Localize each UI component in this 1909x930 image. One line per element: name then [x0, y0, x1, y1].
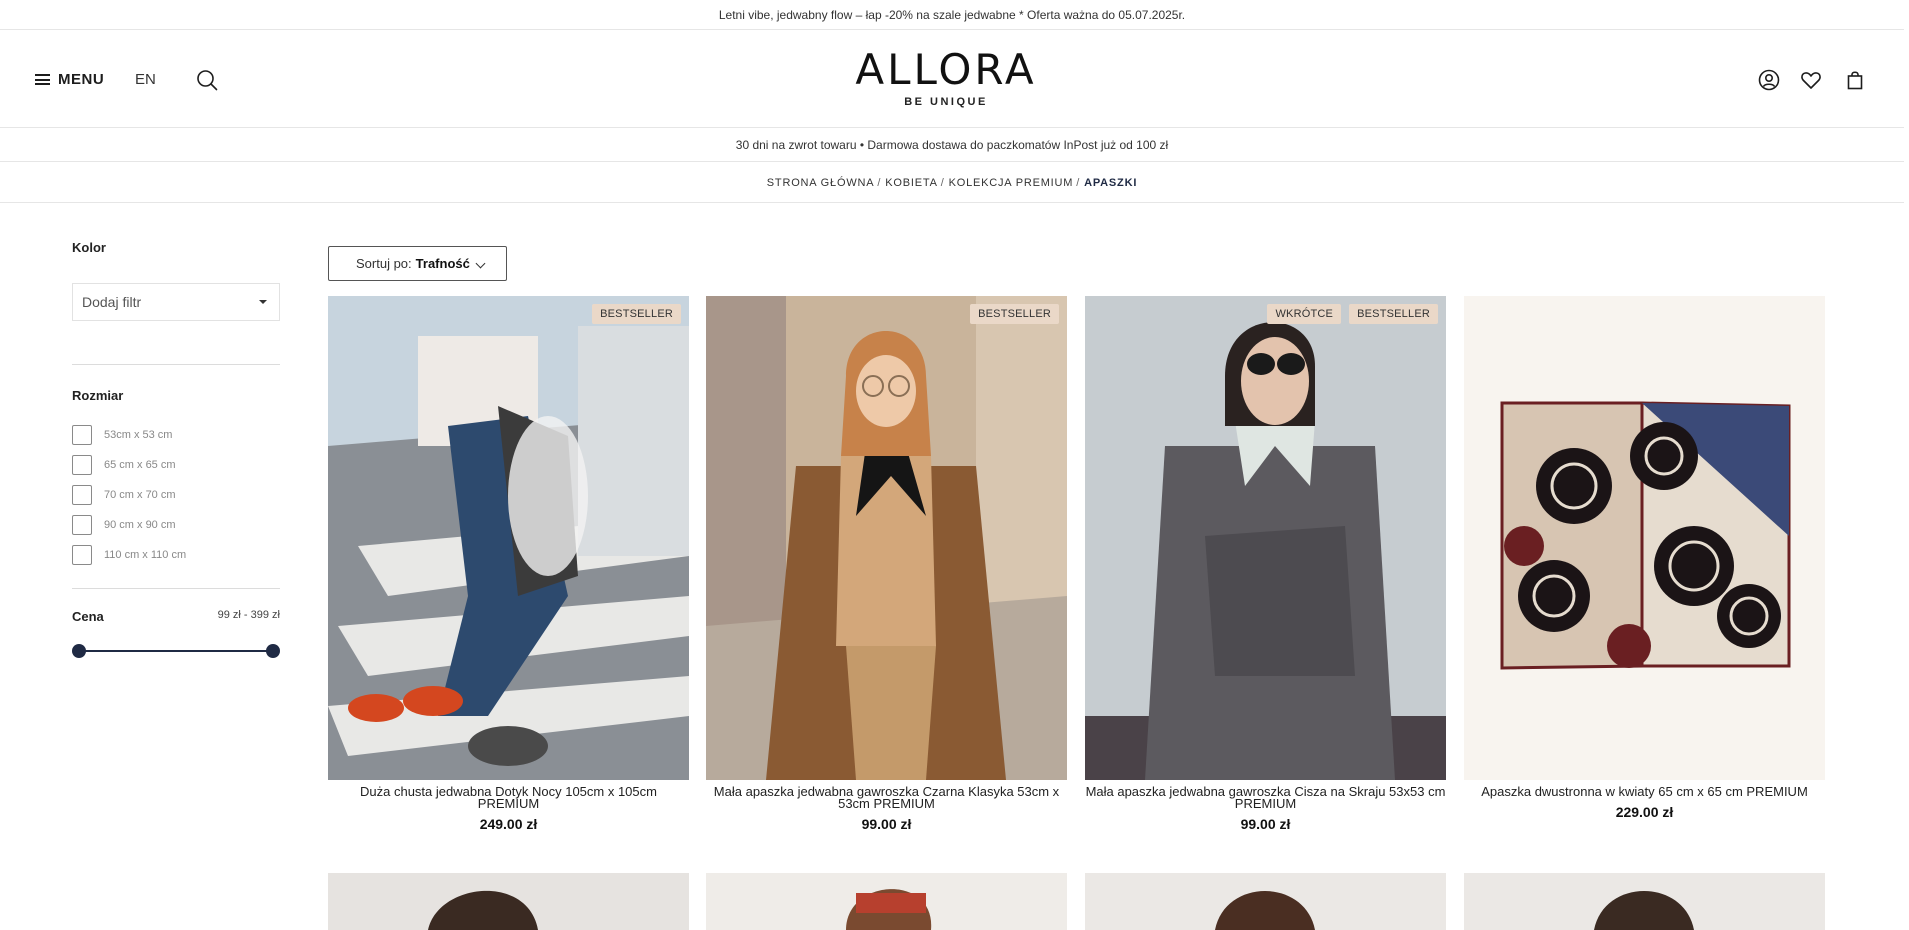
size-option-label: 90 cm x 90 cm — [104, 519, 176, 531]
breadcrumb-premium[interactable]: KOLEKCJA PREMIUM — [949, 177, 1074, 189]
product-image[interactable] — [328, 873, 689, 930]
product-price: 99.00 zł — [861, 816, 912, 832]
breadcrumb: STRONA GŁÓWNA / KOBIETA / KOLEKCJA PREMI… — [0, 163, 1904, 203]
slider-track — [78, 650, 274, 652]
size-option[interactable]: 70 cm x 70 cm — [72, 480, 282, 510]
price-slider[interactable] — [72, 644, 280, 658]
slider-min-handle[interactable] — [72, 644, 86, 658]
size-option-label: 70 cm x 70 cm — [104, 489, 176, 501]
bestseller-badge: BESTSELLER — [1349, 304, 1438, 324]
chevron-down-icon — [475, 258, 486, 269]
size-option-label: 65 cm x 65 cm — [104, 459, 176, 471]
size-option[interactable]: 90 cm x 90 cm — [72, 510, 282, 540]
search-icon[interactable] — [196, 69, 218, 91]
size-option-label: 110 cm x 110 cm — [104, 549, 187, 561]
product-card[interactable]: BESTSELLER Mała apaszka jedwabna gawrosz… — [706, 296, 1067, 832]
product-image[interactable] — [1085, 873, 1446, 930]
promo-bar: Letni vibe, jedwabny flow – łap -20% na … — [0, 0, 1904, 30]
product-price: 229.00 zł — [1615, 804, 1674, 820]
divider — [72, 364, 280, 365]
size-option-label: 53cm x 53 cm — [104, 429, 173, 441]
product-image[interactable] — [1464, 873, 1825, 930]
language-switch[interactable]: EN — [135, 71, 156, 88]
product-badges: BESTSELLER — [592, 304, 681, 324]
size-options: 53cm x 53 cm 65 cm x 65 cm 70 cm x 70 cm… — [72, 420, 282, 570]
site-logo[interactable]: ALLORA BE UNIQUE — [846, 45, 1046, 109]
bestseller-badge: BESTSELLER — [592, 304, 681, 324]
product-image[interactable]: BESTSELLER — [706, 296, 1067, 780]
filter-sidebar: Kolor Dodaj filtr Rozmiar 53cm x 53 cm 6… — [72, 230, 282, 658]
product-card[interactable]: Apaszka dwustronna w kwiaty 65 cm x 65 c… — [1464, 296, 1825, 820]
site-header: MENU EN ALLORA BE UNIQUE — [0, 30, 1904, 128]
breadcrumb-woman[interactable]: KOBIETA — [885, 177, 937, 189]
checkbox[interactable] — [72, 515, 92, 535]
product-card[interactable]: WKRÓTCE BESTSELLER Mała apaszka jedwabna… — [1085, 296, 1446, 832]
bestseller-badge: BESTSELLER — [970, 304, 1059, 324]
account-icon[interactable] — [1757, 68, 1781, 92]
hamburger-icon — [35, 74, 50, 85]
logo-wordmark: ALLORA — [855, 45, 1037, 94]
menu-label: MENU — [58, 71, 105, 88]
size-option[interactable]: 65 cm x 65 cm — [72, 450, 282, 480]
price-filter-title: Cena — [72, 609, 104, 624]
product-badges: WKRÓTCE BESTSELLER — [1267, 304, 1438, 324]
logo-tagline: BE UNIQUE — [904, 96, 988, 108]
product-image[interactable]: WKRÓTCE BESTSELLER — [1085, 296, 1446, 780]
color-filter-dropdown[interactable]: Dodaj filtr — [72, 283, 280, 321]
bag-icon[interactable] — [1843, 68, 1867, 92]
caret-down-icon — [259, 300, 267, 304]
sort-dropdown[interactable]: Sortuj po: Trafność — [328, 246, 507, 281]
checkbox[interactable] — [72, 485, 92, 505]
price-range-text: 99 zł - 399 zł — [217, 609, 280, 621]
heart-icon[interactable] — [1799, 68, 1823, 92]
promo-text: Letni vibe, jedwabny flow – łap -20% na … — [718, 7, 1186, 22]
product-price: 249.00 zł — [479, 816, 538, 832]
product-name[interactable]: Mała apaszka jedwabna gawroszka Czarna K… — [706, 785, 1067, 810]
size-option[interactable]: 110 cm x 110 cm — [72, 540, 282, 570]
sort-label: Sortuj po: — [356, 256, 412, 271]
checkbox[interactable] — [72, 425, 92, 445]
price-filter-header: Cena 99 zł - 399 zł — [72, 609, 280, 624]
divider — [72, 588, 280, 589]
info-text: 30 dni na zwrot towaru • Darmowa dostawa… — [735, 138, 1169, 152]
sort-value: Trafność — [415, 256, 470, 271]
breadcrumb-home[interactable]: STRONA GŁÓWNA — [767, 177, 875, 189]
size-filter-title: Rozmiar — [72, 388, 124, 403]
dropdown-label: Dodaj filtr — [82, 294, 142, 310]
breadcrumb-separator: / — [940, 176, 945, 189]
product-badges: BESTSELLER — [970, 304, 1059, 324]
info-bar: 30 dni na zwrot towaru • Darmowa dostawa… — [0, 129, 1904, 162]
slider-max-handle[interactable] — [266, 644, 280, 658]
checkbox[interactable] — [72, 545, 92, 565]
product-name[interactable]: Duża chusta jedwabna Dotyk Nocy 105cm x … — [328, 785, 689, 810]
checkbox[interactable] — [72, 455, 92, 475]
color-filter-title: Kolor — [72, 240, 106, 255]
menu-button[interactable]: MENU — [35, 71, 104, 88]
product-name[interactable]: Mała apaszka jedwabna gawroszka Cisza na… — [1085, 785, 1446, 810]
product-image[interactable]: BESTSELLER — [328, 296, 689, 780]
breadcrumb-separator: / — [1076, 176, 1081, 189]
product-image[interactable] — [706, 873, 1067, 930]
product-name[interactable]: Apaszka dwustronna w kwiaty 65 cm x 65 c… — [1464, 785, 1825, 798]
product-image[interactable] — [1464, 296, 1825, 780]
breadcrumb-separator: / — [877, 176, 882, 189]
size-option[interactable]: 53cm x 53 cm — [72, 420, 282, 450]
product-card[interactable]: BESTSELLER Duża chusta jedwabna Dotyk No… — [328, 296, 689, 832]
product-price: 99.00 zł — [1240, 816, 1291, 832]
soon-badge: WKRÓTCE — [1267, 304, 1342, 324]
breadcrumb-current: APASZKI — [1084, 176, 1138, 189]
